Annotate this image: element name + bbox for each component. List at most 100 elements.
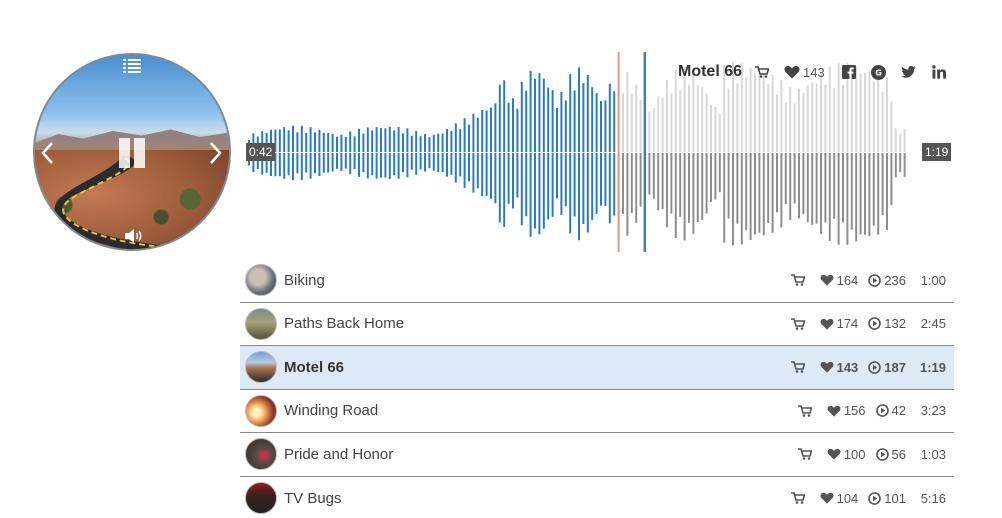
track-title[interactable]: Motel 66	[284, 359, 344, 376]
wave-bar-bottom	[397, 153, 400, 179]
chevron-left-icon[interactable]	[38, 140, 56, 166]
wave-bar-top	[393, 130, 396, 152]
wave-bar-bottom	[714, 153, 717, 200]
cart-icon[interactable]	[797, 404, 813, 417]
cart-icon[interactable]	[790, 317, 806, 330]
wave-bar-top	[815, 83, 818, 152]
track-likes: 104	[836, 490, 859, 506]
playlist-row[interactable]: Paths Back Home 174 132 2:45	[240, 303, 954, 346]
wave-bar-bottom	[472, 153, 475, 193]
pause-bar-right	[134, 138, 145, 168]
wave-bar-bottom	[283, 153, 286, 179]
track-thumbnail	[245, 438, 277, 470]
track-title[interactable]: Pride and Honor	[284, 446, 393, 463]
wave-bar-bottom	[762, 153, 765, 236]
wave-bar-top	[674, 69, 677, 152]
volume-icon[interactable]	[124, 228, 144, 244]
wave-bar-top	[305, 133, 308, 152]
wave-bar-bottom	[507, 153, 510, 204]
heart-icon[interactable]	[820, 274, 834, 286]
wave-bar-bottom	[758, 153, 761, 233]
wave-bar-bottom	[327, 153, 330, 173]
wave-bar-top	[410, 135, 413, 152]
cart-icon[interactable]	[797, 448, 813, 461]
wave-bar-bottom	[340, 153, 343, 171]
wave-bar-top	[820, 73, 822, 152]
wave-bar-bottom	[278, 153, 281, 177]
wave-bar-bottom	[604, 153, 607, 207]
playhead-line[interactable]	[617, 52, 620, 252]
wave-bar-top	[366, 127, 369, 152]
wave-bar-top	[718, 114, 721, 152]
wave-bar-bottom	[437, 153, 440, 173]
wave-bar-bottom	[723, 153, 726, 243]
track-title[interactable]: Paths Back Home	[284, 315, 404, 332]
track-title[interactable]: Biking	[284, 272, 325, 289]
heart-icon[interactable]	[820, 318, 834, 330]
wave-bar-bottom	[683, 153, 686, 241]
wave-bar-bottom	[688, 153, 690, 223]
wave-bar-bottom	[877, 153, 880, 235]
wave-bar-bottom	[516, 153, 519, 198]
play-count-icon	[868, 360, 882, 374]
wave-bar-bottom	[740, 153, 743, 245]
wave-bar-top	[798, 88, 800, 152]
wave-bar-top	[635, 84, 638, 152]
wave-bar-top	[446, 129, 448, 152]
linkedin-icon[interactable]	[931, 64, 947, 80]
playlist-row[interactable]: Biking 164 236 1:00	[240, 259, 954, 303]
duration-time: 1:19	[922, 143, 952, 161]
track-title[interactable]: Winding Road	[284, 402, 378, 419]
wave-bar-bottom	[547, 153, 550, 220]
heart-icon[interactable]	[784, 65, 800, 79]
heart-icon[interactable]	[820, 492, 834, 504]
wave-bar-bottom	[560, 153, 563, 215]
playlist-row[interactable]: Pride and Honor 100 56 1:03	[240, 433, 954, 477]
wave-bar-bottom	[842, 153, 844, 223]
playlist-row[interactable]: Motel 66 143 187 1:19	[240, 346, 954, 390]
playlist-toggle-icon[interactable]	[123, 58, 141, 74]
wave-bar-top	[652, 107, 655, 152]
track-duration: 1:00	[920, 272, 946, 288]
heart-icon[interactable]	[827, 448, 841, 460]
twitter-icon[interactable]	[901, 64, 917, 80]
wave-bar-top	[476, 117, 479, 152]
heart-icon[interactable]	[827, 405, 841, 417]
wave-bar-top	[300, 125, 303, 152]
wave-bar-top	[424, 134, 426, 152]
heart-icon[interactable]	[820, 361, 834, 373]
cart-icon[interactable]	[790, 274, 806, 287]
now-playing-title: Motel 66	[678, 63, 743, 80]
playlist-row[interactable]: Winding Road 156 42 3:23	[240, 390, 954, 433]
chevron-right-icon[interactable]	[207, 140, 225, 166]
wave-bar-bottom	[322, 153, 325, 173]
track-plays: 42	[891, 403, 906, 419]
pause-button[interactable]	[116, 137, 148, 169]
wave-bar-top	[789, 86, 792, 152]
wave-bar-top	[710, 104, 712, 152]
wave-bar-top	[705, 93, 708, 152]
cart-icon[interactable]	[754, 66, 770, 78]
track-plays: 187	[884, 359, 906, 375]
wave-bar-top	[872, 81, 875, 152]
now-playing-header: Motel 66 143 G	[678, 61, 961, 83]
wave-bar-top	[679, 90, 682, 152]
wave-bar-bottom	[696, 153, 699, 222]
google-plus-icon[interactable]: G	[871, 64, 887, 80]
track-title[interactable]: TV Bugs	[284, 490, 342, 507]
wave-bar-top	[406, 128, 409, 152]
wave-bar-bottom	[331, 153, 334, 172]
playlist-row[interactable]: TV Bugs 104 101 5:16	[240, 477, 954, 518]
wave-bar-bottom	[837, 153, 840, 245]
cart-icon[interactable]	[790, 361, 806, 374]
wave-bar-bottom	[481, 153, 484, 197]
wave-bar-bottom	[525, 153, 528, 217]
track-meta: 100 56 1:03	[797, 447, 946, 462]
facebook-icon[interactable]	[841, 64, 857, 80]
wave-bar-bottom	[358, 153, 360, 177]
wave-bar-top	[490, 107, 492, 152]
cart-icon[interactable]	[790, 492, 806, 505]
wave-bar-bottom	[476, 153, 479, 189]
wave-bar-bottom	[406, 153, 409, 178]
wave-bar-top	[415, 130, 418, 152]
